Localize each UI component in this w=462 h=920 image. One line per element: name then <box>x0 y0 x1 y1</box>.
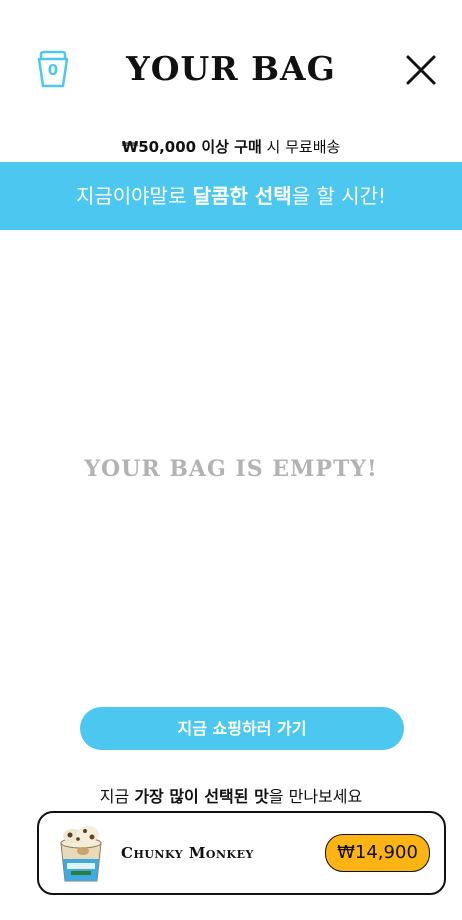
popular-text-pre: 지금 <box>99 787 135 806</box>
popular-text-post: 을 만나보세요 <box>268 787 363 806</box>
price-badge: ₩14,900 <box>325 834 430 872</box>
close-button[interactable] <box>403 52 439 88</box>
header: 0 YOUR BAG <box>0 0 462 140</box>
popular-text-strong: 가장 많이 선택된 맛 <box>134 787 269 806</box>
banner-text-post: 을 할 시간! <box>291 184 387 208</box>
free-shipping-text: 시 무료배송 <box>261 138 341 156</box>
product-pint-image <box>55 825 107 883</box>
banner-text-pre: 지금이야말로 <box>75 184 193 208</box>
product-card[interactable]: Chunky Monkey ₩14,900 <box>37 811 446 895</box>
empty-bag-message: YOUR BAG IS EMPTY! <box>84 456 378 482</box>
free-shipping-note: ₩50,000 이상 구매 시 무료배송 <box>0 136 462 158</box>
free-shipping-threshold: ₩50,000 이상 구매 <box>121 138 262 156</box>
shop-now-button[interactable]: 지금 쇼핑하러 가기 <box>80 707 404 750</box>
page-title: YOUR BAG <box>126 49 336 88</box>
banner-text-strong: 달콤한 선택 <box>192 184 292 208</box>
product-name: Chunky Monkey <box>121 844 254 862</box>
popular-flavor-heading: 지금 가장 많이 선택된 맛을 만나보세요 <box>0 786 462 808</box>
close-icon <box>406 55 436 85</box>
promo-banner: 지금이야말로 달콤한 선택을 할 시간! <box>0 162 462 230</box>
